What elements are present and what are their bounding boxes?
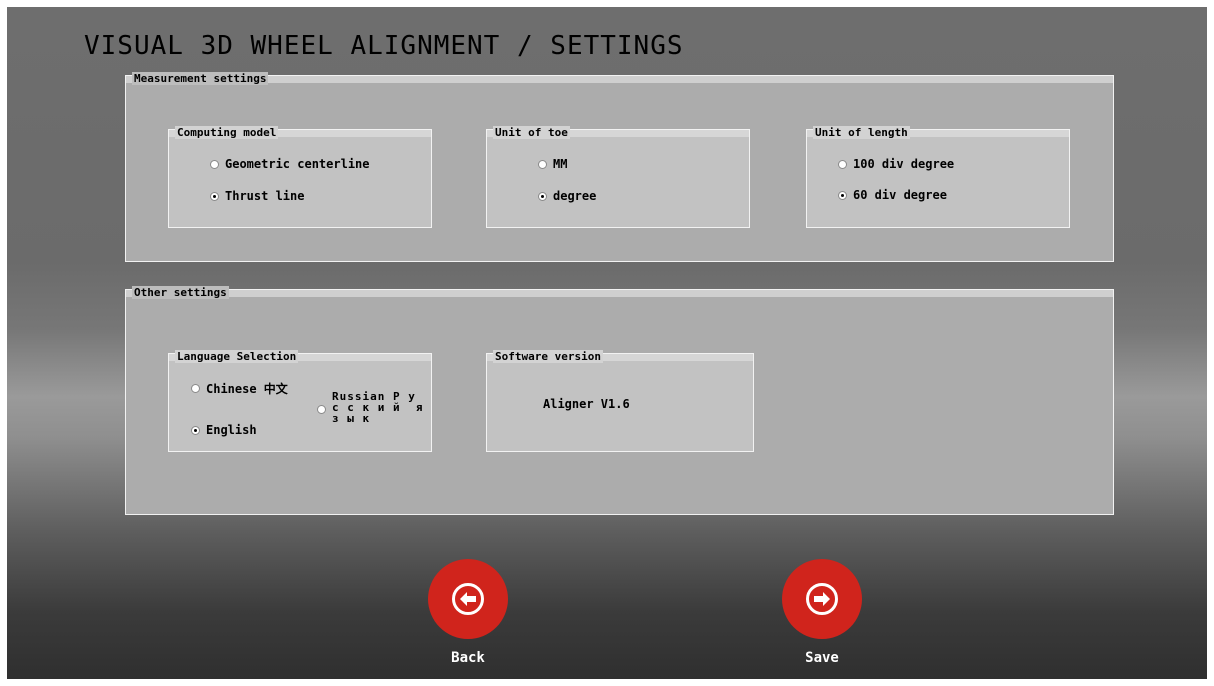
radio-label: Russian Р у с с к и й я з ы к [332, 390, 424, 425]
back-button[interactable] [428, 559, 508, 639]
radio-label: English [206, 423, 257, 437]
radio-100-div-degree[interactable]: 100 div degree [838, 157, 954, 171]
other-settings-group: Other settings Language Selection Chines… [125, 286, 1114, 515]
radio-indicator-selected [838, 190, 847, 200]
group-legend: Other settings [132, 286, 229, 299]
group-legend: Software version [493, 350, 603, 363]
radio-degree[interactable]: degree [538, 189, 596, 203]
software-version-value: Aligner V1.6 [543, 397, 630, 411]
radio-indicator-selected [210, 191, 219, 201]
radio-geometric-centerline[interactable]: Geometric centerline [210, 157, 370, 171]
radio-indicator [838, 159, 847, 169]
software-version-group: Software version Aligner V1.6 [486, 350, 754, 452]
unit-of-length-group: Unit of length 100 div degree 60 div deg… [806, 126, 1070, 228]
app-screen: VISUAL 3D WHEEL ALIGNMENT / SETTINGS Mea… [7, 7, 1207, 679]
radio-60-div-degree[interactable]: 60 div degree [838, 188, 947, 202]
arrow-left-circle-icon [452, 583, 484, 615]
back-label[interactable]: Back [428, 650, 508, 666]
unit-of-toe-group: Unit of toe MM degree [486, 126, 750, 228]
arrow-right-circle-icon [806, 583, 838, 615]
radio-indicator [191, 384, 200, 393]
group-header-bar [126, 290, 1113, 297]
radio-indicator [538, 159, 547, 169]
measurement-settings-group: Measurement settings Computing model Geo… [125, 72, 1114, 262]
radio-indicator [210, 159, 219, 169]
radio-label: Chinese 中文 [206, 382, 288, 396]
page-title: VISUAL 3D WHEEL ALIGNMENT / SETTINGS [84, 31, 684, 61]
radio-indicator [317, 405, 326, 414]
radio-language-chinese[interactable]: Chinese 中文 [191, 380, 288, 397]
computing-model-group: Computing model Geometric centerline Thr… [168, 126, 432, 228]
save-label[interactable]: Save [782, 650, 862, 666]
radio-indicator-selected [191, 425, 200, 435]
radio-label: Geometric centerline [225, 157, 370, 171]
radio-label: 100 div degree [853, 157, 955, 171]
radio-label: 60 div degree [853, 188, 947, 202]
group-legend: Measurement settings [132, 72, 269, 85]
group-legend: Unit of length [813, 126, 910, 139]
save-button[interactable] [782, 559, 862, 639]
radio-label: Thrust line [225, 189, 305, 203]
radio-mm[interactable]: MM [538, 157, 567, 171]
group-legend: Computing model [175, 126, 279, 139]
radio-language-russian[interactable]: Russian Р у с с к и й я з ы к [317, 390, 424, 425]
radio-language-english[interactable]: English [191, 423, 257, 437]
radio-thrust-line[interactable]: Thrust line [210, 189, 304, 203]
group-legend: Unit of toe [493, 126, 570, 139]
radio-label: degree [553, 189, 597, 203]
group-legend: Language Selection [175, 350, 299, 363]
radio-indicator-selected [538, 191, 547, 201]
language-selection-group: Language Selection Chinese 中文 English Ru… [168, 350, 432, 452]
group-header-bar [126, 76, 1113, 83]
radio-label: MM [553, 157, 568, 171]
